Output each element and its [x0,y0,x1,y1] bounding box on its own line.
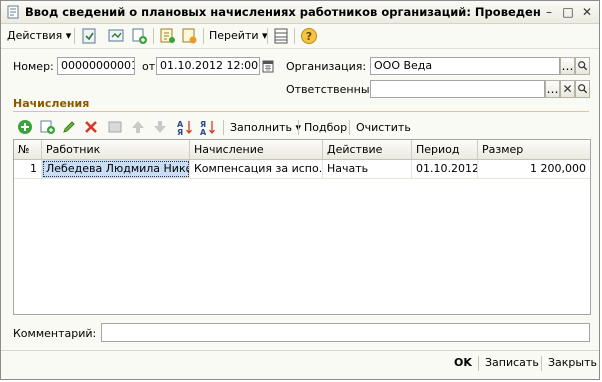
responsible-label: Ответственный: [286,83,381,96]
end-edit-icon[interactable] [107,119,123,135]
column-header-amount[interactable]: Размер [478,140,590,159]
post-icon[interactable] [107,27,125,45]
toolbar-separator [267,28,268,44]
movements-icon[interactable] [158,27,176,45]
from-label: от [142,60,156,73]
table-row[interactable]: 1 Лебедева Людмила Нико... Компенсация з… [14,160,590,179]
cell-number: 1 [14,160,42,178]
add-row-icon[interactable] [17,119,33,135]
maximize-button[interactable]: □ [560,4,576,20]
responsible-open-icon[interactable] [575,80,590,98]
responsible-field[interactable] [370,80,545,98]
help-icon[interactable]: ? [300,27,318,45]
minimize-button[interactable]: – [541,4,557,20]
date-value: 01.10.2012 12:00:00 [160,59,259,72]
goto-menu[interactable]: Перейти ▾ [209,27,268,45]
responsible-clear-button[interactable]: ✕ [560,80,575,98]
svg-text:Я: Я [177,128,183,135]
cell-employee[interactable]: Лебедева Людмила Нико... [42,160,190,178]
clear-button[interactable]: Очистить [356,120,411,136]
footer-divider [1,350,599,351]
accruals-section-title: Начисления [13,97,90,110]
close-window-button[interactable]: ✕ [579,4,595,20]
window-title: Ввод сведений о плановых начислениях раб… [25,5,541,19]
goto-menu-label: Перейти [209,29,259,42]
date-field[interactable]: 01.10.2012 12:00:00 [156,57,260,75]
delete-row-icon[interactable] [83,119,99,135]
organization-label: Организация: [286,60,367,73]
comment-field[interactable] [101,323,590,342]
title-bar: Ввод сведений о плановых начислениях раб… [1,1,599,24]
organization-field[interactable]: ООО Веда [370,57,560,75]
main-toolbar: Действия ▾ Перейти ▾ ? [1,24,599,49]
grid-toolbar-separator [349,120,350,135]
accruals-table[interactable]: № Работник Начисление Действие Период Ра… [13,139,591,315]
column-header-action[interactable]: Действие [323,140,412,159]
toolbar-separator [294,28,295,44]
copy-document-icon[interactable] [130,27,148,45]
actions-menu[interactable]: Действия ▾ [7,27,71,45]
edit-row-icon[interactable] [61,119,77,135]
column-header-employee[interactable]: Работник [42,140,190,159]
list-settings-icon[interactable] [272,27,290,45]
section-divider [13,111,589,112]
cell-action[interactable]: Начать [323,160,412,178]
sort-descending-icon[interactable]: Я А [200,119,216,135]
grid-toolbar: А Я Я А Заполнить ▾ Подбор Очистить [13,117,589,137]
actions-menu-label: Действия [7,29,63,42]
responsible-select-button[interactable]: … [545,80,560,98]
document-icon [7,5,19,19]
fill-menu[interactable]: Заполнить ▾ [230,120,301,136]
copy-row-icon[interactable] [39,119,55,135]
document-window: Ввод сведений о плановых начислениях раб… [0,0,600,380]
ok-button[interactable]: OK [454,354,472,372]
cell-amount[interactable]: 1 200,000 [478,160,590,178]
footer-separator [478,356,479,371]
comment-label: Комментарий: [13,327,97,340]
toolbar-separator [153,28,154,44]
table-header: № Работник Начисление Действие Период Ра… [14,140,590,160]
organization-open-icon[interactable] [575,57,590,75]
number-field[interactable]: 00000000001 [57,57,135,75]
cell-period[interactable]: 01.10.2012 [412,160,478,178]
svg-text:А: А [200,128,207,135]
close-button[interactable]: Закрыть [548,354,597,372]
help-icon-glyph: ? [306,30,312,43]
move-down-icon[interactable] [152,119,168,135]
fill-menu-label: Заполнить [230,121,292,134]
cell-accrual[interactable]: Компенсация за испо... [190,160,323,178]
calendar-icon[interactable] [262,59,274,73]
toolbar-separator [74,28,75,44]
save-button[interactable]: Записать [485,354,539,372]
number-label: Номер: [13,60,54,73]
column-header-number[interactable]: № [14,140,42,159]
pick-button[interactable]: Подбор [304,120,347,136]
move-up-icon[interactable] [130,119,146,135]
structure-icon[interactable] [180,27,198,45]
toolbar-separator [203,28,204,44]
organization-select-button[interactable]: … [560,57,575,75]
grid-toolbar-separator [298,120,299,135]
sort-ascending-icon[interactable]: А Я [177,119,193,135]
footer-separator [541,356,542,371]
column-header-accrual[interactable]: Начисление [190,140,323,159]
post-and-close-icon[interactable] [80,27,98,45]
grid-toolbar-separator [223,120,224,135]
column-header-period[interactable]: Период [412,140,478,159]
